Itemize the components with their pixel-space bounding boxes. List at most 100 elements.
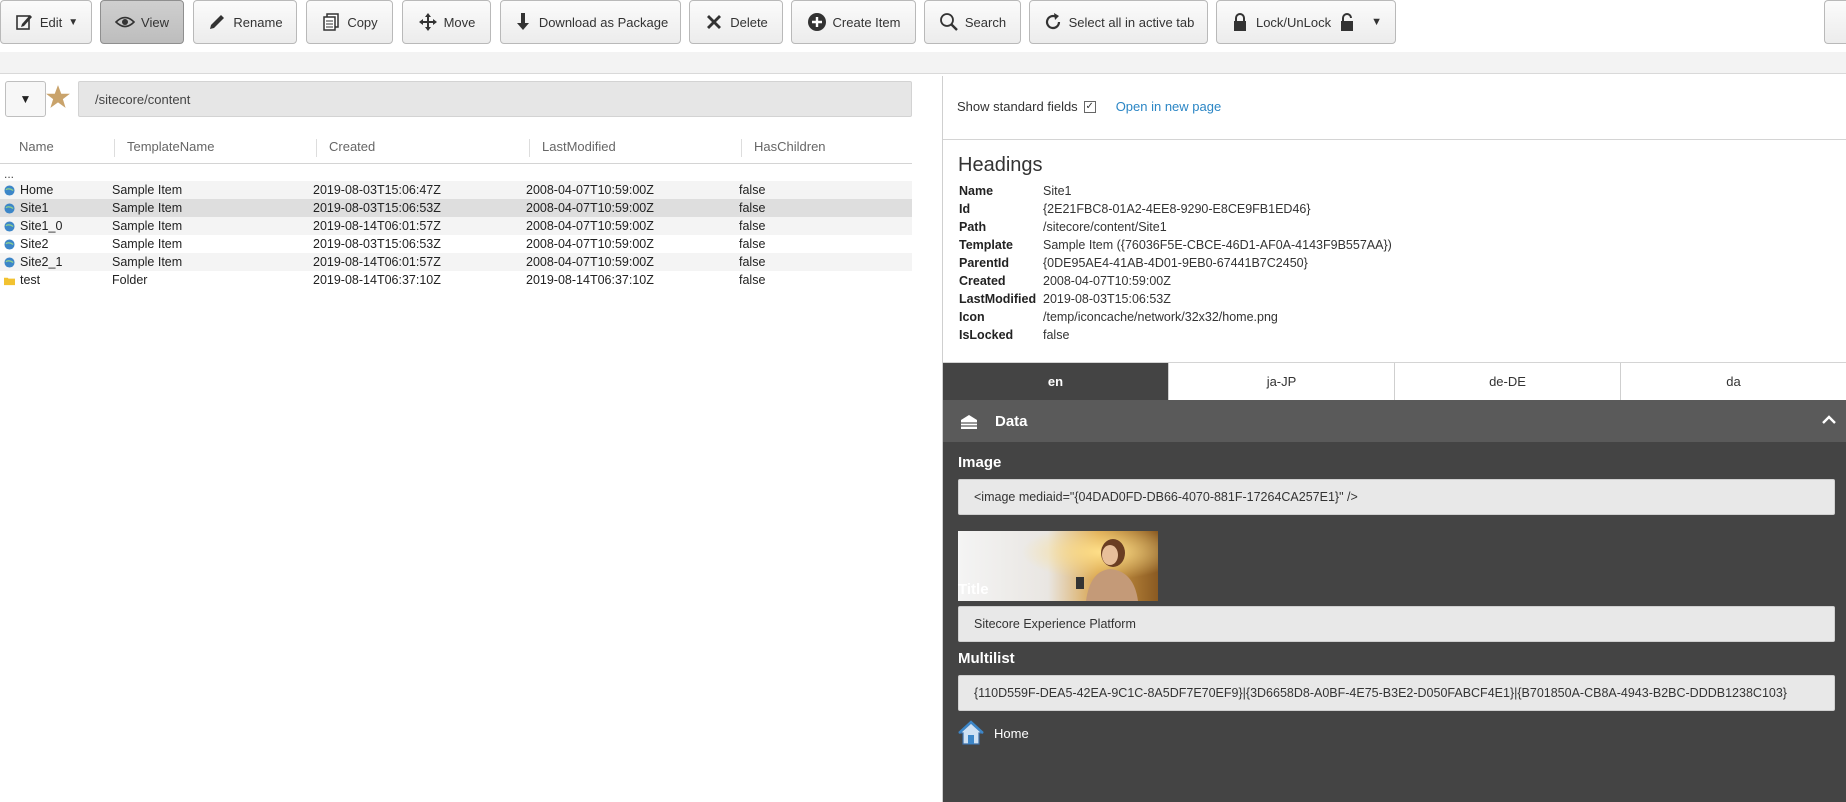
tab-lang-da[interactable]: da (1621, 363, 1846, 400)
globe-icon (4, 257, 15, 268)
caret-down-icon: ▼ (68, 16, 79, 28)
unlock-icon (1341, 13, 1354, 31)
table-row[interactable]: Site2_1 Sample Item 2019-08-14T06:01:57Z… (0, 253, 912, 271)
select-all-button[interactable]: Select all in active tab (1029, 0, 1208, 44)
globe-icon (4, 239, 15, 250)
property-row: Created 2008-04-07T10:59:00Z (959, 274, 1392, 292)
column-header-name[interactable]: Name (0, 139, 54, 157)
cell-name: Site2 (20, 237, 49, 251)
property-value: Sample Item ({76036F5E-CBCE-46D1-AF0A-41… (1043, 238, 1392, 252)
cell-created: 2019-08-03T15:06:47Z (313, 183, 441, 197)
cell-haschildren: false (739, 255, 766, 269)
property-row: Path/sitecore/content/Site1 (959, 220, 1392, 238)
cell-template: Folder (112, 273, 148, 287)
item-properties: Name Site1 Id {2E21FBC8-01A2-4EE8-9290-E8C… (959, 184, 1392, 346)
title-field-input[interactable]: Sitecore Experience Platform (958, 606, 1835, 642)
plus-circle-icon (807, 13, 826, 31)
home-icon (958, 720, 984, 745)
globe-icon (4, 221, 15, 232)
move-icon (418, 13, 437, 31)
property-value: 2019-08-03T15:06:53Z (1043, 292, 1171, 306)
move-button[interactable]: Move (402, 0, 491, 44)
delete-button[interactable]: Delete (689, 0, 783, 44)
item-grid: Home Sample Item 2019-08-03T15:06:47Z 20… (0, 181, 912, 289)
create-item-button[interactable]: Create Item (791, 0, 916, 44)
multilist-item-home[interactable]: Home (958, 720, 1029, 746)
star-icon[interactable] (45, 83, 71, 111)
edit-button[interactable]: Edit ▼ (0, 0, 92, 44)
cake-icon (961, 415, 977, 429)
property-key: Path (959, 220, 987, 234)
tab-lang-de-de[interactable]: de-DE (1395, 363, 1621, 400)
path-dropdown-button[interactable]: ▼ (5, 81, 46, 117)
table-row[interactable]: test Folder 2019-08-14T06:37:10Z 2019-08… (0, 271, 912, 289)
cell-template: Sample Item (112, 219, 183, 233)
toolbar-divider (0, 52, 1846, 74)
search-button[interactable]: Search (924, 0, 1021, 44)
multilist-field-label: Multilist (958, 650, 1015, 667)
property-value: /sitecore/content/Site1 (1043, 220, 1167, 234)
property-row: Template Sample Item ({76036F5E-CBCE-46D1… (959, 238, 1392, 256)
cell-created: 2019-08-14T06:01:57Z (313, 255, 441, 269)
multilist-field-input[interactable]: {110D559F-DEA5-42EA-9C1C-8A5DF7E70EF9}|{… (958, 675, 1835, 711)
property-row: ParentId {0DE95AE4-41AB-4D01-9EB0-67441B7… (959, 256, 1392, 274)
download-icon (516, 13, 529, 30)
table-row[interactable]: Site1 Sample Item 2019-08-03T15:06:53Z 2… (0, 199, 912, 217)
lock-unlock-button[interactable]: Lock/UnLock ▼ (1216, 0, 1396, 44)
property-key: Name (959, 184, 994, 198)
cell-template: Sample Item (112, 183, 183, 197)
parent-row[interactable]: ... (4, 167, 14, 181)
column-header-lastmodified[interactable]: LastModified (529, 139, 616, 157)
property-value: false (1043, 328, 1070, 342)
table-row[interactable]: Site1_0 Sample Item 2019-08-14T06:01:57Z… (0, 217, 912, 235)
globe-icon (4, 185, 15, 196)
cell-template: Sample Item (112, 201, 183, 215)
cell-template: Sample Item (112, 255, 183, 269)
property-key: Created (959, 274, 1006, 288)
show-standard-fields-checkbox[interactable]: ✓ (1083, 100, 1096, 113)
caret-down-icon: ▼ (19, 92, 32, 106)
column-header-haschildren[interactable]: HasChildren (741, 139, 826, 157)
column-header-templatename[interactable]: TemplateName (114, 139, 214, 157)
copy-button[interactable]: Copy (306, 0, 393, 44)
refresh-icon (1045, 13, 1060, 30)
options-bar: Show standard fields ✓ Open in new page (957, 99, 1221, 114)
copy-label: Copy (347, 14, 378, 30)
pencil-icon (210, 15, 225, 29)
tab-lang-ja-jp[interactable]: ja-JP (1169, 363, 1395, 400)
cell-name: Site1_0 (20, 219, 63, 233)
copy-icon (323, 13, 340, 31)
chevron-up-icon[interactable] (1821, 412, 1837, 428)
cell-haschildren: false (739, 273, 766, 287)
column-header-created[interactable]: Created (316, 139, 375, 157)
divider (943, 139, 1846, 140)
cell-created: 2019-08-03T15:06:53Z (313, 201, 441, 215)
rename-button[interactable]: Rename (193, 0, 297, 44)
table-row[interactable]: Home Sample Item 2019-08-03T15:06:47Z 20… (0, 181, 912, 199)
data-section-header[interactable]: Data (943, 400, 1846, 442)
download-package-button[interactable]: Download as Package (500, 0, 681, 44)
tab-lang-en[interactable]: en (943, 363, 1169, 400)
cell-haschildren: false (739, 183, 766, 197)
view-button[interactable]: View (100, 0, 184, 44)
cell-modified: 2008-04-07T10:59:00Z (526, 237, 654, 251)
property-row: LastModified 2019-08-03T15:06:53Z (959, 292, 1392, 310)
cell-modified: 2008-04-07T10:59:00Z (526, 255, 654, 269)
property-row: Id {2E21FBC8-01A2-4EE8-9290-E8CE9FB1ED46} (959, 202, 1392, 220)
cell-created: 2019-08-14T06:01:57Z (313, 219, 441, 233)
toolbar-overflow-button[interactable] (1824, 0, 1846, 44)
property-value: Site1 (1043, 184, 1072, 198)
edit-icon (16, 15, 32, 30)
table-row[interactable]: Site2 Sample Item 2019-08-03T15:06:53Z 2… (0, 235, 912, 253)
cell-name: Site2_1 (20, 255, 63, 269)
cell-modified: 2008-04-07T10:59:00Z (526, 183, 654, 197)
property-key: LastModified (959, 292, 1037, 306)
image-field-input[interactable]: <image mediaid="{04DAD0FD-DB66-4070-881F… (958, 479, 1835, 515)
caret-down-icon[interactable]: ▼ (1371, 16, 1382, 28)
multilist-item-label: Home (994, 725, 1029, 741)
property-key: Icon (959, 310, 985, 324)
path-input[interactable]: /sitecore/content (78, 81, 912, 117)
lock-unlock-label: Lock/UnLock (1255, 14, 1332, 30)
open-new-page-link[interactable]: Open in new page (1116, 99, 1222, 114)
delete-label: Delete (730, 14, 768, 30)
